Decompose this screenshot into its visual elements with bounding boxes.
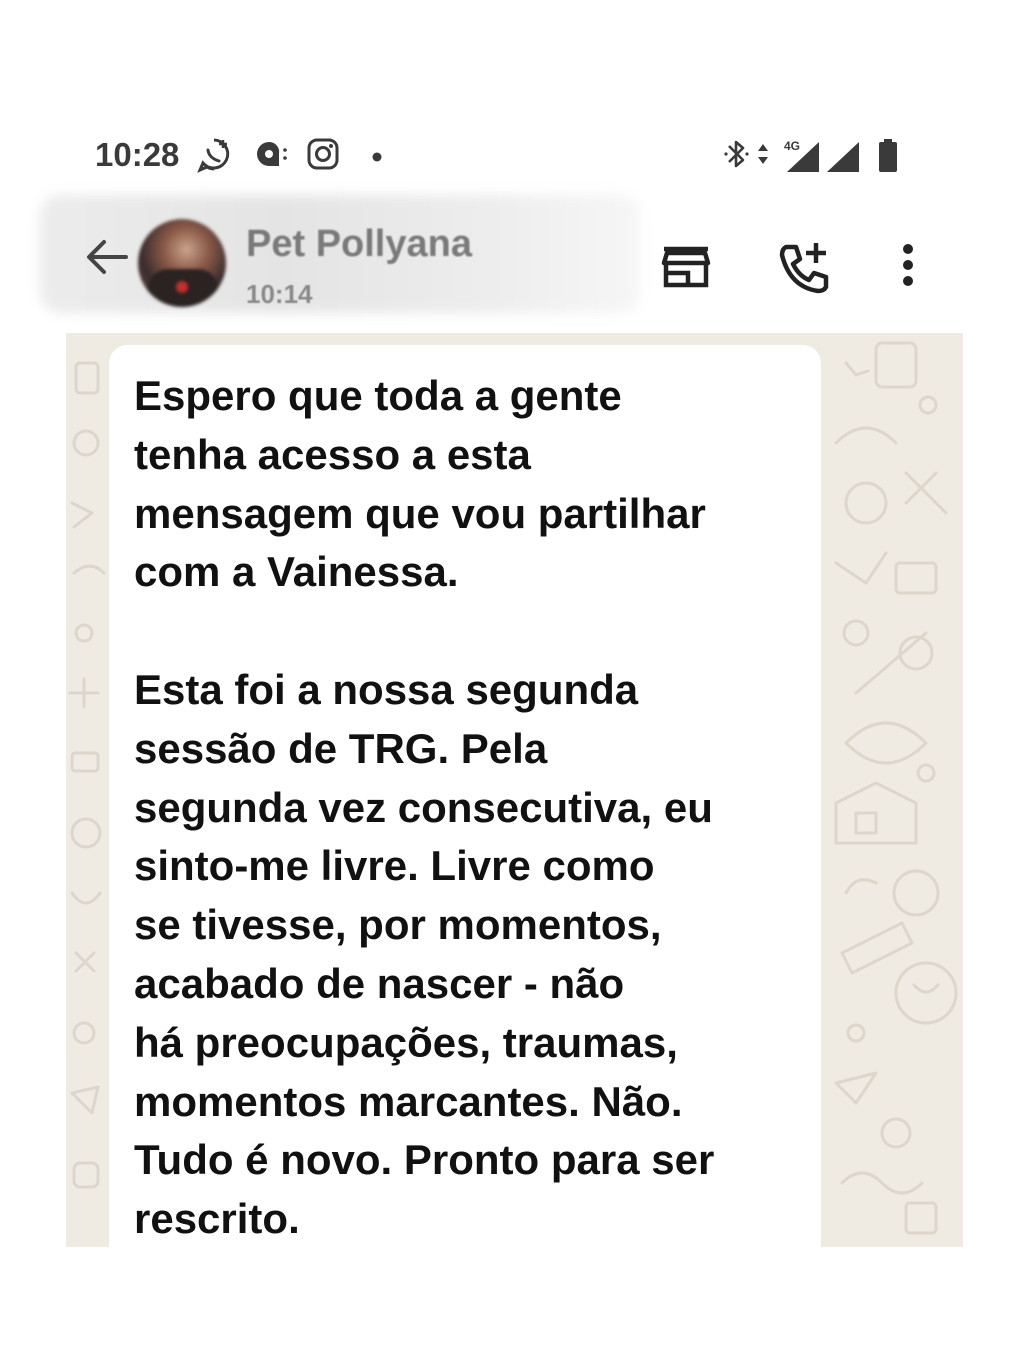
avatar-logo bbox=[176, 281, 188, 293]
message-text: Espero que toda a gente tenha acesso a e… bbox=[134, 372, 715, 1243]
chat-background[interactable]: Espero que toda a gente tenha acesso a e… bbox=[66, 333, 963, 1247]
signal-4g-icon: 4G bbox=[783, 136, 823, 181]
status-bar: 10:28 4G bbox=[95, 132, 910, 180]
instagram-icon bbox=[305, 136, 341, 177]
whatsapp-business-icon bbox=[195, 136, 233, 179]
back-arrow-icon[interactable] bbox=[80, 235, 132, 279]
add-call-icon[interactable] bbox=[776, 239, 832, 295]
status-time: 10:28 bbox=[95, 136, 180, 173]
dot-icon bbox=[371, 150, 383, 168]
battery-icon bbox=[877, 136, 901, 181]
chat-header: Pet Pollyana 10:14 bbox=[0, 195, 1030, 313]
data-arrows-icon bbox=[755, 136, 771, 177]
bluetooth-icon bbox=[723, 136, 751, 177]
network-label: 4G bbox=[784, 139, 800, 153]
contact-status: 10:14 bbox=[246, 279, 313, 309]
contact-name[interactable]: Pet Pollyana bbox=[246, 223, 472, 266]
avatar[interactable] bbox=[138, 219, 226, 307]
signal-icon bbox=[825, 136, 861, 181]
messenger-icon bbox=[253, 136, 289, 177]
store-icon[interactable] bbox=[658, 239, 714, 295]
more-vert-icon[interactable] bbox=[880, 239, 936, 295]
